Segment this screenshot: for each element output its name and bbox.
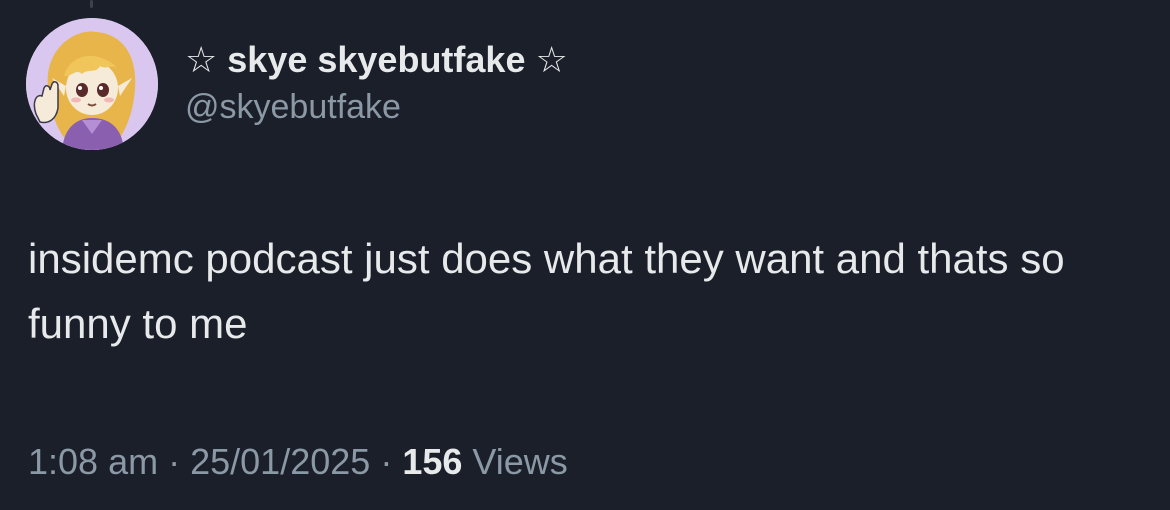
user-handle[interactable]: @skyebutfake bbox=[185, 85, 568, 129]
views-count[interactable]: 156 bbox=[402, 441, 462, 482]
views-label: Views bbox=[472, 441, 568, 482]
meta-separator: · bbox=[380, 441, 393, 482]
tweet-text: insidemc podcast just does what they wan… bbox=[28, 235, 1065, 347]
author-info: ☆ skye skyebutfake ☆ @skyebutfake bbox=[185, 38, 568, 129]
tweet-date[interactable]: 25/01/2025 bbox=[190, 441, 370, 482]
thread-connector-line bbox=[90, 0, 93, 8]
meta-separator: · bbox=[168, 441, 181, 482]
display-name[interactable]: ☆ skye skyebutfake ☆ bbox=[185, 38, 568, 82]
tweet-time[interactable]: 1:08 am bbox=[28, 441, 158, 482]
avatar-illustration-icon bbox=[26, 18, 158, 150]
avatar[interactable] bbox=[26, 18, 158, 150]
tweet-meta: 1:08 am · 25/01/2025 · 156 Views bbox=[28, 440, 568, 484]
